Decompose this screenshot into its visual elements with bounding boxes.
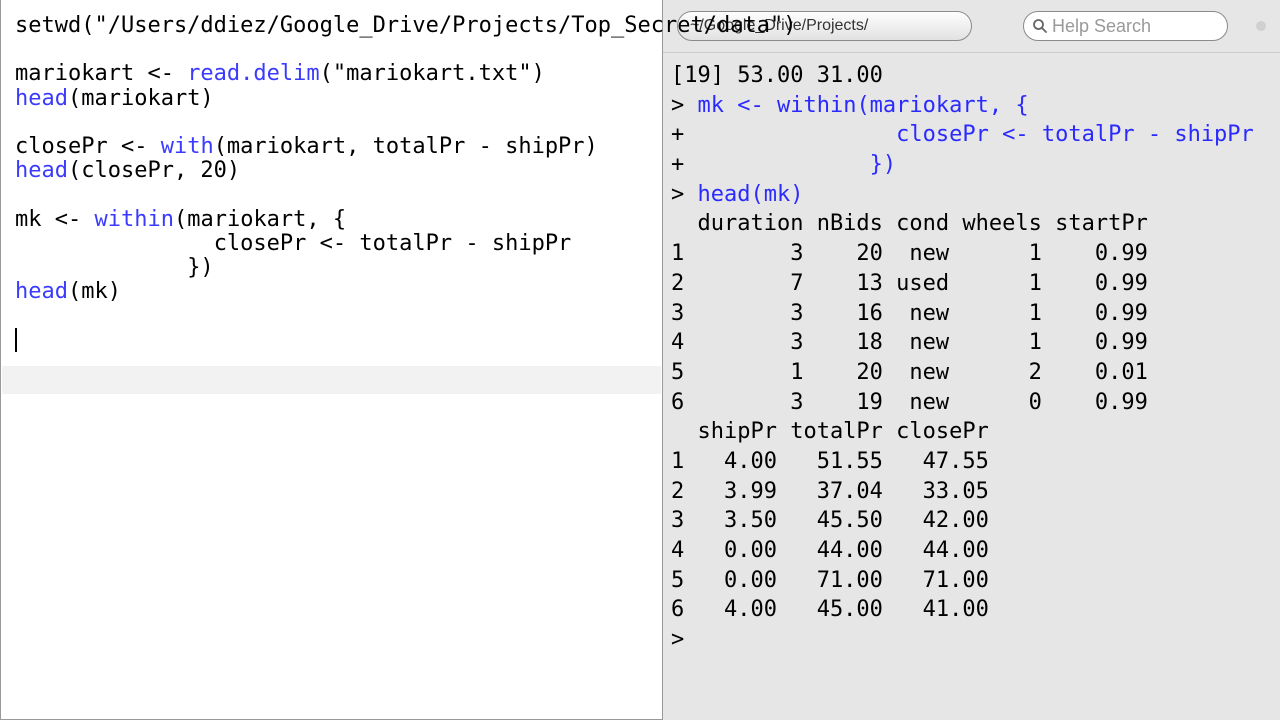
code-fn: read.delim (187, 61, 319, 86)
console-prompt: > (671, 182, 698, 207)
code-text: (mariokart, { (174, 207, 346, 232)
console-prompt: + (671, 122, 698, 147)
current-line-highlight (2, 366, 661, 394)
code-line: closePr <- totalPr - shipPr (15, 231, 571, 256)
console-input: head(mk) (698, 182, 804, 207)
code-text: (closePr, 20) (68, 158, 240, 183)
table-row: 1 4.00 51.55 47.55 (671, 449, 989, 474)
help-search-placeholder: Help Search (1052, 16, 1151, 37)
code-fn: with (161, 134, 214, 159)
rstudio-app: setwd("/Users/ddiez/Google_Drive/Project… (0, 0, 1280, 720)
console-prompt: > (671, 93, 698, 118)
code-text: (mariokart) (68, 86, 214, 111)
code-text: ("mariokart.txt") (320, 61, 545, 86)
code-line: setwd("/Users/ddiez/Google_Drive/Project… (15, 13, 796, 38)
table-row: 3 3 16 new 1 0.99 (671, 301, 1148, 326)
table-row: 4 3 18 new 1 0.99 (671, 330, 1148, 355)
table-row: 6 4.00 45.00 41.00 (671, 597, 989, 622)
session-status-indicator (1256, 21, 1266, 31)
console-line: [19] 53.00 31.00 (671, 63, 883, 88)
code-fn: within (94, 207, 173, 232)
code-line: closePr <- (15, 134, 161, 159)
console-prompt: + (671, 152, 698, 177)
code-line: mk <- (15, 207, 94, 232)
source-editor-pane[interactable]: setwd("/Users/ddiez/Google_Drive/Project… (0, 0, 663, 720)
console-input: closePr <- totalPr - shipPr (698, 122, 1254, 147)
help-search-input[interactable]: Help Search (1023, 11, 1228, 41)
table-row: 6 3 19 new 0 0.99 (671, 390, 1148, 415)
text-cursor (15, 328, 17, 352)
editor-content[interactable]: setwd("/Users/ddiez/Google_Drive/Project… (15, 14, 648, 356)
code-text: (mariokart, totalPr - shipPr) (214, 134, 598, 159)
console-pane: ~/Google_Drive/Projects/ Help Search [19… (663, 0, 1280, 720)
code-fn: head (15, 86, 68, 111)
code-fn: head (15, 279, 68, 304)
table-row: 1 3 20 new 1 0.99 (671, 241, 1148, 266)
table-row: 2 7 13 used 1 0.99 (671, 271, 1148, 296)
table-row: 5 0.00 71.00 71.00 (671, 568, 989, 593)
console-input: mk <- within(mariokart, { (698, 93, 1029, 118)
console-input: }) (698, 152, 897, 177)
code-fn: head (15, 158, 68, 183)
code-line: }) (15, 255, 214, 280)
console-output[interactable]: [19] 53.00 31.00 > mk <- within(mariokar… (663, 53, 1280, 720)
table-row: 4 0.00 44.00 44.00 (671, 538, 989, 563)
table-header: duration nBids cond wheels startPr (671, 211, 1148, 236)
table-header: shipPr totalPr closePr (671, 419, 989, 444)
code-line: mariokart <- (15, 61, 187, 86)
table-row: 3 3.50 45.50 42.00 (671, 508, 989, 533)
table-row: 2 3.99 37.04 33.05 (671, 479, 989, 504)
table-row: 5 1 20 new 2 0.01 (671, 360, 1148, 385)
code-text: (mk) (68, 279, 121, 304)
search-icon (1032, 18, 1048, 34)
console-prompt[interactable]: > (671, 627, 698, 652)
